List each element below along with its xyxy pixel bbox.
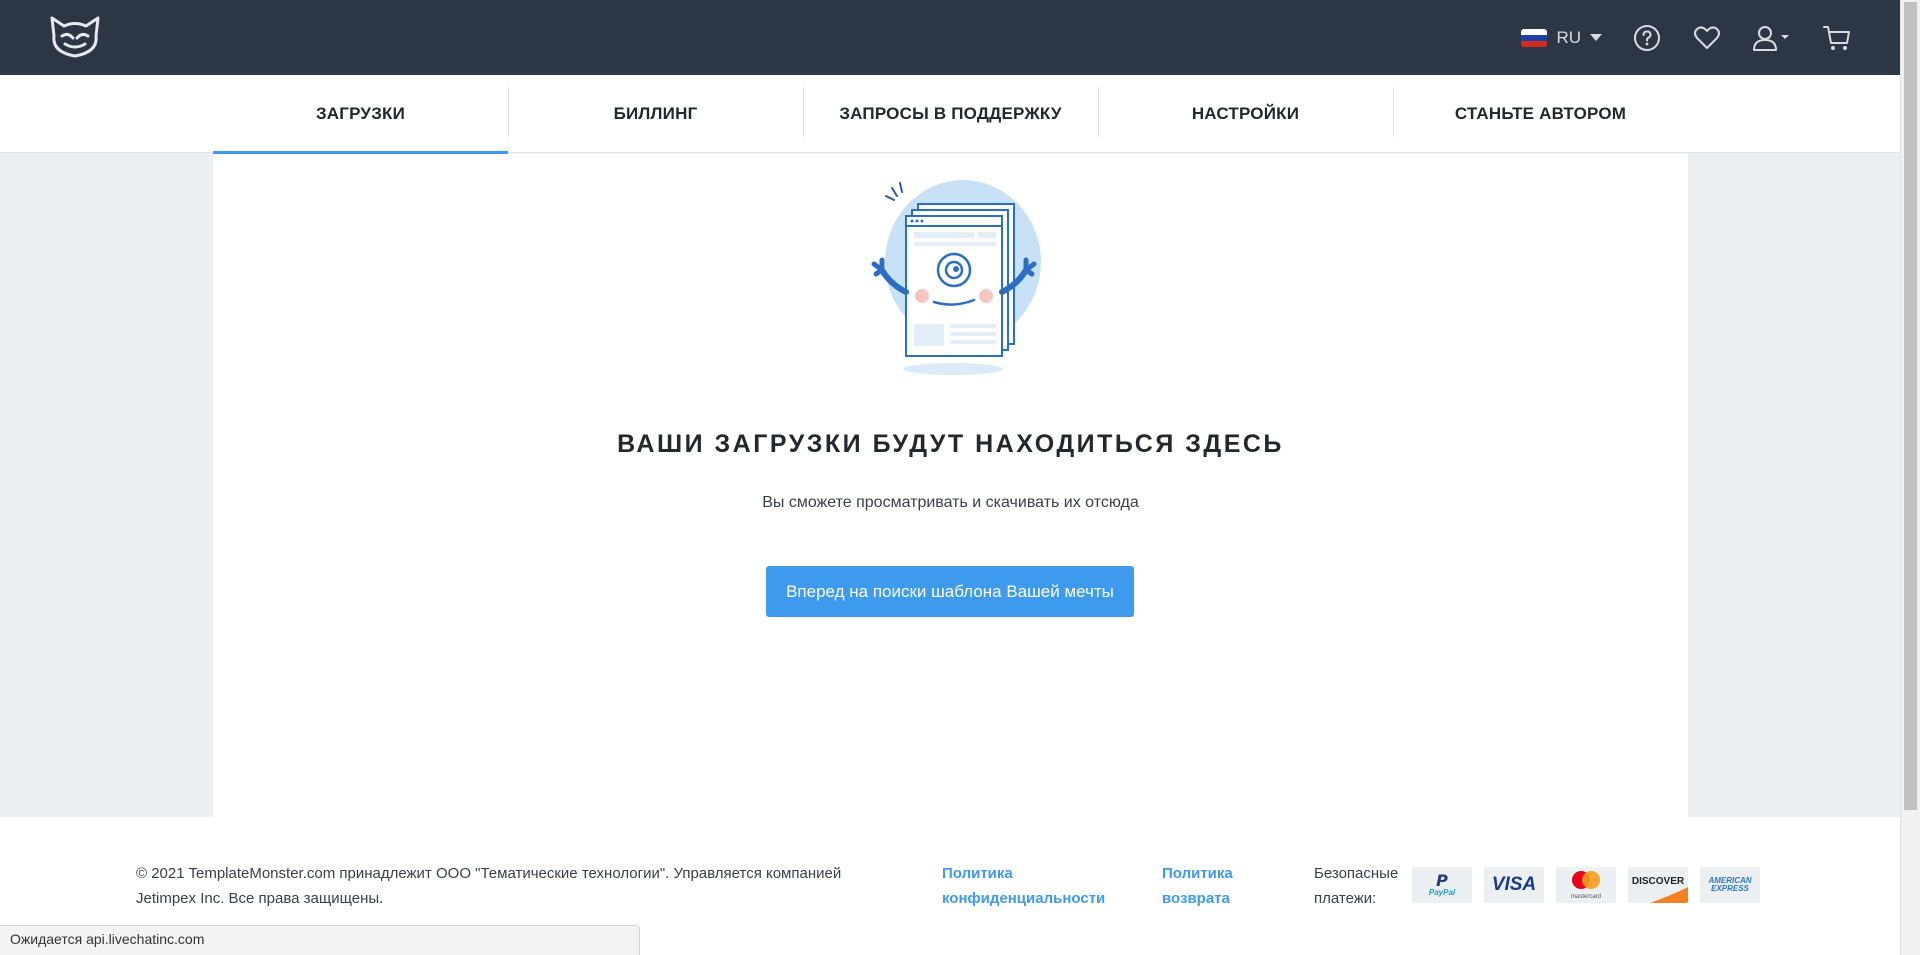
paypal-label: PayPal <box>1428 888 1456 897</box>
visa-icon: VISA <box>1484 867 1544 903</box>
templatemonster-logo-icon[interactable] <box>48 16 102 58</box>
help-icon[interactable] <box>1632 23 1662 53</box>
tab-billing[interactable]: БИЛЛИНГ <box>508 75 803 153</box>
discover-icon: DISCOVER <box>1628 867 1688 903</box>
tab-support-requests[interactable]: ЗАПРОСЫ В ПОДДЕРЖКУ <box>803 75 1098 153</box>
language-code: RU <box>1556 27 1581 47</box>
downloads-panel: ВАШИ ЗАГРУЗКИ БУДУТ НАХОДИТЬСЯ ЗДЕСЬ Вы … <box>213 154 1688 817</box>
visa-label: VISA <box>1491 874 1537 895</box>
empty-state-subtitle: Вы сможете просматривать и скачивать их … <box>762 494 1139 511</box>
amex-label-line2: EXPRESS <box>1711 884 1749 893</box>
copyright-text: © 2021 TemplateMonster.com принадлежит О… <box>136 865 842 907</box>
heart-icon[interactable] <box>1692 23 1722 53</box>
browser-status-bar: Ожидается api.livechatinc.com <box>0 925 640 955</box>
secure-payments-label: Безопасные платежи: <box>1314 865 1399 907</box>
tab-downloads[interactable]: ЗАГРУЗКИ <box>213 75 508 154</box>
tab-become-author[interactable]: СТАНЬТЕ АВТОРОМ <box>1393 75 1688 153</box>
top-navigation-bar: RU <box>0 0 1900 75</box>
refund-policy-link[interactable]: Политика возврата <box>1162 861 1272 911</box>
user-icon[interactable] <box>1752 23 1792 53</box>
account-tabs: ЗАГРУЗКИ БИЛЛИНГ ЗАПРОСЫ В ПОДДЕРЖКУ НАС… <box>213 75 1688 154</box>
language-selector[interactable]: RU <box>1521 28 1602 48</box>
scrollbar-thumb[interactable] <box>1904 2 1917 810</box>
browse-templates-button[interactable]: Вперед на поиски шаблона Вашей мечты <box>766 566 1134 617</box>
page-scrollbar[interactable] <box>1900 0 1920 955</box>
privacy-policy-link[interactable]: Политика конфиденциальности <box>942 861 1112 911</box>
russia-flag-icon <box>1521 28 1548 47</box>
cart-icon[interactable] <box>1822 23 1852 53</box>
paypal-icon: P PayPal <box>1412 867 1472 903</box>
mastercard-icon: mastercard <box>1556 867 1616 903</box>
empty-state-title: ВАШИ ЗАГРУЗКИ БУДУТ НАХОДИТЬСЯ ЗДЕСЬ <box>617 430 1284 458</box>
american-express-icon: AMERICAN EXPRESS <box>1700 867 1760 903</box>
chevron-down-icon <box>1590 34 1602 41</box>
empty-downloads-illustration <box>838 174 1068 379</box>
payment-methods: P PayPal VISA mastercard DISCOVER AMERIC… <box>1412 867 1760 903</box>
account-tabs-bar: ЗАГРУЗКИ БИЛЛИНГ ЗАПРОСЫ В ПОДДЕРЖКУ НАС… <box>0 75 1900 154</box>
tab-settings[interactable]: НАСТРОЙКИ <box>1098 75 1393 153</box>
mastercard-label: mastercard <box>1570 894 1601 900</box>
